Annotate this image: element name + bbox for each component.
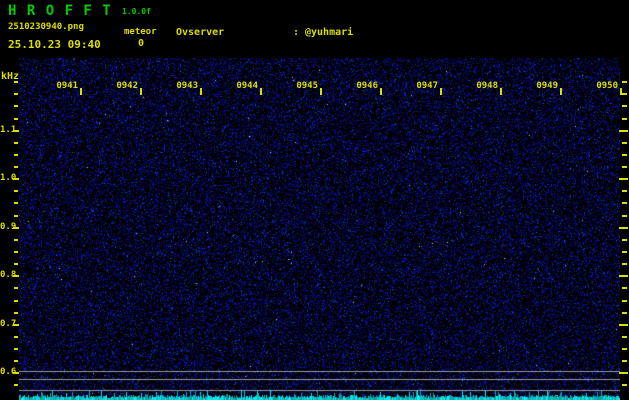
freq-minor-tick-right [622, 312, 627, 314]
time-tick-label: 0941 [56, 81, 78, 91]
freq-minor-tick [14, 336, 18, 338]
freq-minor-tick [14, 93, 18, 95]
freq-minor-tick-right [622, 251, 627, 253]
app-version: 1.0.0f [122, 7, 151, 16]
time-tick [560, 88, 562, 95]
freq-minor-tick-right [622, 287, 627, 289]
time-tick-label: 0943 [176, 81, 198, 91]
freq-minor-tick-right [622, 142, 627, 144]
freq-minor-tick [14, 312, 18, 314]
freq-minor-tick [14, 251, 18, 253]
meteor-counter-label: meteor [124, 27, 157, 37]
freq-minor-tick [14, 287, 18, 289]
freq-minor-tick-right [622, 105, 627, 107]
freq-minor-tick-right [622, 154, 627, 156]
freq-minor-tick [14, 263, 18, 265]
freq-minor-tick-right [622, 202, 627, 204]
freq-minor-tick [14, 105, 18, 107]
freq-minor-tick [14, 300, 18, 302]
freq-minor-tick-right [622, 360, 627, 362]
freq-major-tick-right [619, 324, 628, 326]
freq-major-tick-right [619, 130, 628, 132]
time-tick [380, 88, 382, 95]
info-row-observer: Ovserver: @yuhmari [176, 27, 552, 39]
freq-minor-tick-right [622, 93, 627, 95]
freq-tick-label: 0.9 [0, 222, 17, 232]
freq-minor-tick [14, 166, 18, 168]
app-title: H R O F F T [8, 3, 112, 19]
output-filename: 2510230940.png [8, 22, 84, 32]
freq-minor-tick-right [622, 190, 627, 192]
freq-minor-tick-right [622, 336, 627, 338]
freq-minor-tick [14, 190, 18, 192]
freq-minor-tick [14, 348, 18, 350]
hrofft-window: H R O F F T 1.0.0f 2510230940.png 25.10.… [0, 0, 629, 400]
freq-minor-tick [14, 202, 18, 204]
freq-minor-tick [14, 239, 18, 241]
freq-major-tick-right [619, 227, 628, 229]
time-tick [140, 88, 142, 95]
freq-tick-label: 0.7 [0, 319, 17, 329]
freq-minor-tick [14, 360, 18, 362]
freq-tick-label: 0.8 [0, 270, 17, 280]
freq-tick-label: 0.6 [0, 367, 17, 377]
time-tick [200, 88, 202, 95]
freq-minor-tick-right [622, 81, 627, 83]
time-tick [620, 88, 622, 95]
freq-minor-tick-right [622, 384, 627, 386]
freq-major-tick-right [619, 178, 628, 180]
freq-minor-tick [14, 384, 18, 386]
freq-minor-tick-right [622, 263, 627, 265]
time-tick [80, 88, 82, 95]
freq-major-tick-right [619, 275, 628, 277]
time-tick-label: 0946 [356, 81, 378, 91]
freq-minor-tick-right [622, 118, 627, 120]
freq-minor-tick-right [622, 300, 627, 302]
freq-minor-tick [14, 81, 18, 83]
time-tick [440, 88, 442, 95]
freq-major-tick-right [619, 372, 628, 374]
info-separator: : [293, 27, 300, 38]
freq-tick-label: 1.0 [0, 173, 17, 183]
spectrogram-canvas [19, 58, 620, 400]
info-label: Ovserver [176, 27, 225, 38]
freq-minor-tick [14, 142, 18, 144]
time-tick-label: 0944 [236, 81, 258, 91]
info-value: @yuhmari [305, 27, 354, 38]
time-tick [320, 88, 322, 95]
time-tick-label: 0948 [476, 81, 498, 91]
time-tick-label: 0942 [116, 81, 138, 91]
time-tick-label: 0950 [596, 81, 618, 91]
time-tick [260, 88, 262, 95]
freq-minor-tick [14, 118, 18, 120]
freq-minor-tick [14, 154, 18, 156]
freq-minor-tick-right [622, 348, 627, 350]
observation-timestamp: 25.10.23 09:40 [8, 38, 101, 51]
freq-minor-tick-right [622, 166, 627, 168]
freq-minor-tick-right [622, 215, 627, 217]
time-tick-label: 0947 [416, 81, 438, 91]
time-tick-label: 0945 [296, 81, 318, 91]
freq-minor-tick-right [622, 239, 627, 241]
time-tick [500, 88, 502, 95]
freq-tick-label: 1.1 [0, 125, 17, 135]
time-tick-label: 0949 [536, 81, 558, 91]
meteor-counter-value: 0 [137, 38, 145, 49]
freq-minor-tick [14, 215, 18, 217]
